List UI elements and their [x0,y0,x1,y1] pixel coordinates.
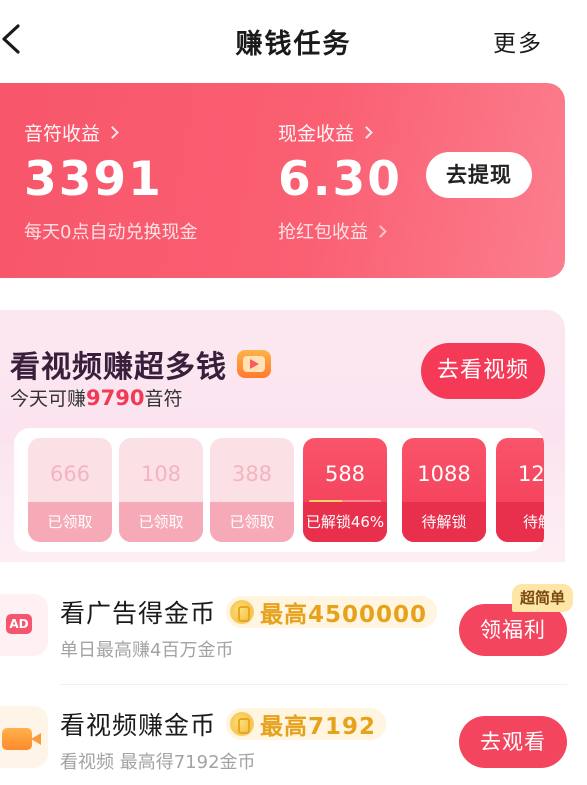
chevron-right-icon [374,224,387,238]
task-item-ad[interactable]: AD 看广告得金币 最高4500000 单日最高赚4百万金币 领福利 超简单 [0,576,587,685]
task-desc: 看视频 最高得7192金币 [60,752,256,773]
reward-card-current[interactable]: 588 已解锁46% [303,438,387,542]
task-name: 看视频赚金币 [60,711,217,740]
video-task-title-row: 看视频赚超多钱 [10,342,271,386]
reward-status: 已领取 [119,502,203,542]
video-sub-amount: 9790 [86,386,145,410]
notes-earnings-value: 3391 [24,152,163,207]
video-task-title: 看视频赚超多钱 [10,350,227,385]
divider [60,684,567,685]
max-reward-chip: 最高4500000 [226,596,438,628]
video-task-subtitle: 今天可赚9790音符 [10,384,182,411]
reward-status: 已领取 [210,502,294,542]
notes-earnings[interactable]: 音符收益 3391 每天0点自动兑换现金 [24,119,197,244]
video-sub-prefix: 今天可赚 [10,388,87,410]
reward-amount: 666 [49,462,91,486]
coin-icon [230,712,255,736]
withdraw-button[interactable]: 去提现 [426,152,532,198]
more-button[interactable]: 更多 [493,24,543,58]
cash-earnings[interactable]: 现金收益 6.30 抢红包收益 [278,119,402,244]
notes-earnings-label: 音符收益 [24,123,101,145]
task-name-row: 看广告得金币 最高4500000 [60,594,438,630]
cash-earnings-value: 6.30 [278,152,402,207]
tv-icon [237,350,271,378]
watch-button[interactable]: 去观看 [459,716,567,768]
reward-card[interactable]: 128 待解 [496,438,544,542]
task-name-row: 看视频赚金币 最高7192 [60,706,387,742]
coin-icon [230,600,255,624]
ad-icon-text: AD [6,614,32,634]
task-desc: 单日最高赚4百万金币 [60,640,234,661]
reward-amount: 108 [140,462,182,486]
header-bar: 赚钱任务 更多 [0,0,587,80]
notes-earnings-sub: 每天0点自动兑换现金 [24,222,198,243]
task-item-video[interactable]: 看视频赚金币 最高7192 看视频 最高得7192金币 去观看 [0,688,587,785]
reward-strip[interactable]: 666 已领取 108 已领取 388 已领取 588 已解锁46% 1088 … [14,428,544,552]
easy-badge: 超简单 [512,584,574,612]
video-camera-shape [2,728,41,750]
cash-earnings-sub: 抢红包收益 [278,222,368,243]
reward-status: 待解 [496,502,544,542]
max-reward: 最高4500000 [260,602,428,628]
reward-amount: 588 [324,462,366,486]
reward-card[interactable]: 108 已领取 [119,438,203,542]
reward-card[interactable]: 388 已领取 [210,438,294,542]
task-name: 看广告得金币 [60,599,217,628]
video-sub-suffix: 音符 [144,388,183,410]
video-camera-icon [0,706,48,768]
reward-status: 待解锁 [402,502,486,542]
max-reward-chip: 最高7192 [226,708,387,740]
reward-card[interactable]: 666 已领取 [28,438,112,542]
chevron-right-icon [360,126,373,139]
cash-earnings-label-row: 现金收益 [278,119,402,146]
reward-amount: 1088 [417,462,471,486]
task-list: AD 看广告得金币 最高4500000 单日最高赚4百万金币 领福利 超简单 看… [0,576,587,785]
cash-earnings-sub-row[interactable]: 抢红包收益 [278,218,402,244]
reward-amount: 388 [231,462,273,486]
watch-video-button[interactable]: 去看视频 [421,343,545,399]
chevron-right-icon [106,126,119,139]
max-reward: 最高7192 [260,714,377,740]
notes-earnings-label-row: 音符收益 [24,119,197,146]
reward-status: 已解锁46% [303,502,387,542]
reward-card[interactable]: 1088 待解锁 [402,438,486,542]
ad-icon: AD [0,594,48,656]
reward-status: 已领取 [28,502,112,542]
reward-amount: 128 [517,462,544,486]
cash-earnings-label: 现金收益 [278,123,355,145]
